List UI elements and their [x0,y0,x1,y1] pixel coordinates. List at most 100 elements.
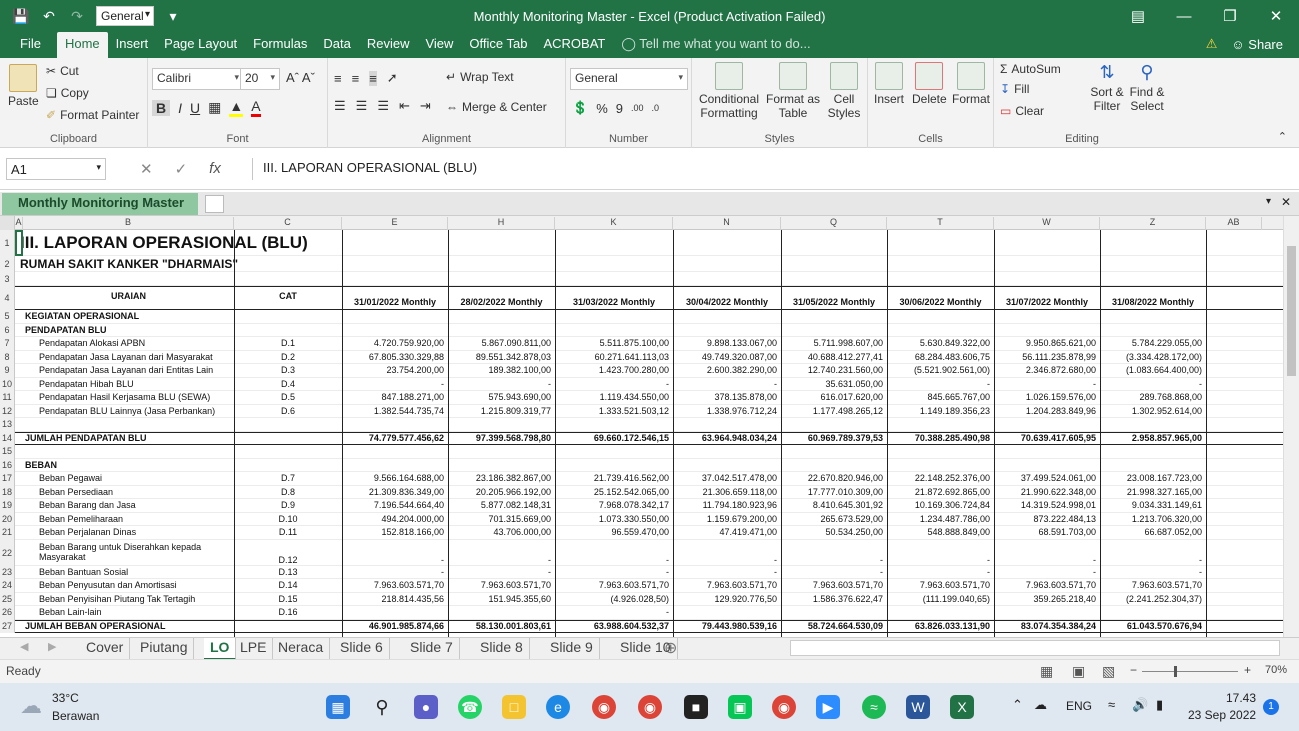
row-header[interactable]: 18 [0,485,15,499]
chrome-icon[interactable]: ◉ [592,695,616,719]
workbook-tab[interactable]: Monthly Monitoring Master [2,193,199,215]
value-cell[interactable]: 7.963.603.571,70 [994,579,1100,592]
column-header[interactable]: N [673,217,781,230]
value-cell[interactable]: 1.026.159.576,00 [994,391,1100,404]
value-cell[interactable]: - [1100,540,1206,565]
value-cell[interactable] [1100,418,1206,431]
value-cell[interactable]: 67.805.330.329,88 [342,351,448,364]
row-header[interactable]: 15 [0,445,15,459]
edge-icon[interactable]: e [546,695,570,719]
row-label[interactable]: Beban Lain-lain [23,606,234,619]
close-button[interactable]: ✕ [1253,0,1299,32]
tab-scroll-left-icon[interactable]: ◀ [20,640,28,653]
value-cell[interactable]: 7.968.078.342,17 [555,499,673,512]
value-cell[interactable]: - [555,566,673,579]
value-cell[interactable]: 70.388.285.490,98 [887,433,994,445]
value-cell[interactable] [555,418,673,431]
row-header[interactable]: 3 [0,272,15,286]
value-cell[interactable] [448,310,555,323]
value-cell[interactable]: 21.306.659.118,00 [673,486,781,499]
column-header[interactable]: K [555,217,673,230]
value-cell[interactable]: 58.130.001.803,61 [448,621,555,633]
cancel-icon[interactable]: ✕ [140,160,153,178]
value-cell[interactable]: - [1100,566,1206,579]
value-cell[interactable]: 7.963.603.571,70 [342,579,448,592]
value-cell[interactable] [994,445,1100,458]
indent-increase-icon[interactable]: ⇥ [420,98,431,114]
row-cat[interactable] [234,324,342,337]
value-cell[interactable]: 9.566.164.688,00 [342,472,448,485]
warning-icon[interactable]: ⚠ [1206,36,1218,52]
row-header[interactable]: 8 [0,350,15,364]
value-cell[interactable]: 79.443.980.539,16 [673,621,781,633]
sheet-tab-lpe[interactable]: LPE [234,638,274,660]
orientation-icon[interactable]: ➚ [387,70,398,86]
line-icon[interactable]: ▣ [728,695,752,719]
value-cell[interactable]: 23.186.382.867,00 [448,472,555,485]
value-cell[interactable]: 1.119.434.550,00 [555,391,673,404]
value-cell[interactable]: - [342,566,448,579]
row-cat[interactable]: D.8 [234,486,342,499]
value-cell[interactable]: 89.551.342.878,03 [448,351,555,364]
column-header[interactable]: AB [1206,217,1262,230]
currency-icon[interactable]: 💲 [572,100,588,116]
value-cell[interactable]: 12.740.231.560,00 [781,364,887,377]
value-cell[interactable]: 25.152.542.065,00 [555,486,673,499]
header-month[interactable]: 30/04/2022 Monthly [673,287,781,309]
insert-cells-button[interactable]: Insert [874,62,904,106]
align-middle-icon[interactable]: ≡ [352,71,360,86]
format-painter-button[interactable]: ✐ Format Painter [46,108,139,122]
value-cell[interactable]: 1.149.189.356,23 [887,405,994,418]
header-month[interactable]: 31/08/2022 Monthly [1100,287,1206,309]
value-cell[interactable]: (2.241.252.304,37) [1100,593,1206,606]
row-header[interactable]: 12 [0,404,15,418]
value-cell[interactable]: 494.204.000,00 [342,513,448,526]
copy-button[interactable]: ❏ Copy [46,86,89,100]
value-cell[interactable] [448,445,555,458]
find-select-button[interactable]: ⚲ Find & Select [1126,62,1168,113]
column-header[interactable]: H [448,217,555,230]
value-cell[interactable]: - [781,540,887,565]
value-cell[interactable]: 83.074.354.384,24 [994,621,1100,633]
zoom-out-icon[interactable]: − [1130,663,1137,677]
row-cat[interactable]: D.4 [234,378,342,391]
row-label[interactable]: Beban Perjalanan Dinas [23,526,234,539]
bold-button[interactable]: B [152,99,171,116]
value-cell[interactable] [448,459,555,472]
value-cell[interactable] [887,606,994,619]
value-cell[interactable]: 7.963.603.571,70 [448,579,555,592]
value-cell[interactable]: (111.199.040,65) [887,593,994,606]
value-cell[interactable]: - [555,540,673,565]
value-cell[interactable]: 548.888.849,00 [887,526,994,539]
clear-button[interactable]: ▭ Clear [1000,104,1044,118]
value-cell[interactable]: 1.159.679.200,00 [673,513,781,526]
value-cell[interactable] [555,459,673,472]
row-header[interactable]: 21 [0,526,15,540]
close-tab-icon[interactable]: ✕ [1281,195,1291,209]
value-cell[interactable] [673,606,781,619]
paste-button[interactable]: Paste [8,64,39,108]
value-cell[interactable]: 2.600.382.290,00 [673,364,781,377]
chrome-profile-icon[interactable]: ◉ [638,695,662,719]
format-cells-button[interactable]: Format [952,62,990,106]
row-cat[interactable]: D.1 [234,337,342,350]
zoom-level[interactable]: 70% [1265,664,1287,676]
row-cat[interactable]: D.12 [234,540,342,565]
value-cell[interactable]: 21.739.416.562,00 [555,472,673,485]
value-cell[interactable]: 1.234.487.786,00 [887,513,994,526]
value-cell[interactable]: 1.215.809.319,77 [448,405,555,418]
value-cell[interactable]: 10.169.306.724,84 [887,499,994,512]
sheet-tab-piutang[interactable]: Piutang [134,638,195,660]
font-grow-icon[interactable]: Aˆ Aˇ [286,70,315,85]
align-left-icon[interactable]: ☰ [334,98,346,114]
value-cell[interactable]: 11.794.180.923,96 [673,499,781,512]
column-header[interactable]: A [15,217,23,230]
sheet-tab-slide-9[interactable]: Slide 9 [544,638,600,660]
customize-qa-icon[interactable]: ▾ [164,7,182,25]
decrease-decimal-icon[interactable]: .0 [652,103,660,113]
tell-me-box[interactable]: ◯ Tell me what you want to do... [613,32,818,58]
value-cell[interactable]: - [555,606,673,619]
zoom-in-icon[interactable]: + [1244,663,1251,677]
cell-styles-button[interactable]: Cell Styles [824,62,864,120]
format-as-table-button[interactable]: Format as Table [766,62,820,120]
